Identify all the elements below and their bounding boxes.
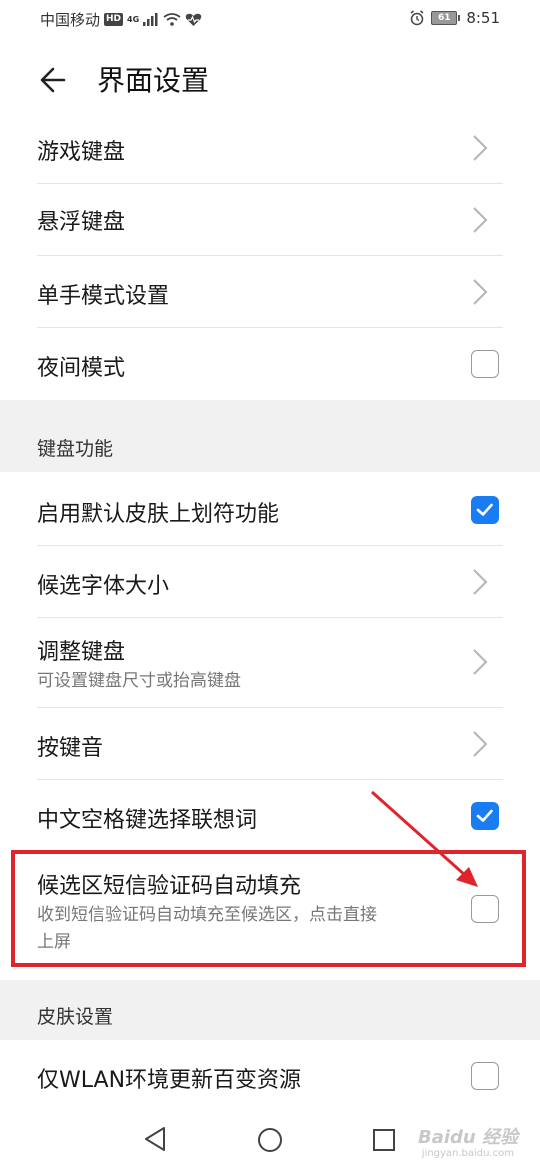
alarm-icon (410, 10, 424, 26)
setting-label: 夜间模式 (37, 356, 126, 381)
setting-label: 单手模式设置 (37, 284, 170, 309)
setting-label: 仅WLAN环境更新百变资源 (37, 1068, 302, 1093)
setting-candidate-font-size[interactable]: 候选字体大小 (0, 546, 540, 618)
page-header: 界面设置 (0, 40, 540, 120)
setting-label: 游戏键盘 (37, 140, 126, 165)
setting-night-mode[interactable]: 夜间模式 (0, 328, 540, 400)
section-header-keyboard: 键盘功能 (0, 400, 540, 472)
checkmark-icon (476, 503, 493, 516)
chevron-right-icon (473, 649, 488, 675)
signal-icon (143, 13, 158, 26)
clock: 8:51 (466, 9, 500, 27)
setting-key-sound[interactable]: 按键音 (0, 708, 540, 780)
swipe-symbols-checkbox[interactable] (471, 496, 499, 524)
battery-icon: 61 (431, 11, 461, 25)
setting-swipe-symbols[interactable]: 启用默认皮肤上划符功能 (0, 472, 540, 546)
nav-back-icon[interactable] (143, 1126, 167, 1152)
section-header-skin: 皮肤设置 (0, 980, 540, 1040)
nav-home-icon[interactable] (257, 1127, 283, 1153)
watermark-url: jingyan.baidu.com (421, 1148, 514, 1159)
setting-label: 启用默认皮肤上划符功能 (37, 502, 280, 527)
annotation-highlight-box (11, 850, 526, 967)
setting-description: 可设置键盘尺寸或抬高键盘 (37, 671, 241, 691)
setting-label: 悬浮键盘 (37, 210, 126, 235)
back-arrow-icon[interactable] (34, 60, 74, 100)
setting-label: 调整键盘 (37, 640, 126, 665)
carrier-name: 中国移动 (40, 11, 101, 29)
setting-label: 候选字体大小 (37, 574, 170, 599)
wlan-update-checkbox[interactable] (471, 1062, 499, 1090)
setting-label: 按键音 (37, 736, 104, 761)
chevron-right-icon (473, 135, 488, 161)
hd-icon: HD (104, 13, 124, 26)
setting-space-select-association[interactable]: 中文空格键选择联想词 (0, 780, 540, 852)
setting-label: 中文空格键选择联想词 (37, 808, 258, 833)
section-title: 键盘功能 (37, 438, 114, 460)
page-title: 界面设置 (97, 64, 210, 97)
chevron-right-icon (473, 207, 488, 233)
chevron-right-icon (473, 731, 488, 757)
space-select-checkbox[interactable] (471, 802, 499, 830)
watermark-logo: Baidu 经验 (417, 1127, 518, 1148)
section-title: 皮肤设置 (37, 1006, 114, 1028)
checkmark-icon (476, 809, 493, 822)
nav-recents-icon[interactable] (372, 1128, 396, 1152)
chevron-right-icon (473, 279, 488, 305)
chevron-right-icon (473, 569, 488, 595)
health-icon (185, 13, 202, 26)
setting-floating-keyboard[interactable]: 悬浮键盘 (0, 184, 540, 256)
night-mode-checkbox[interactable] (471, 350, 499, 378)
setting-wlan-update-resources[interactable]: 仅WLAN环境更新百变资源 (0, 1040, 540, 1112)
setting-one-hand-mode[interactable]: 单手模式设置 (0, 256, 540, 328)
network-type: 4G (127, 15, 140, 24)
setting-game-keyboard[interactable]: 游戏键盘 (0, 112, 540, 184)
setting-adjust-keyboard[interactable]: 调整键盘 可设置键盘尺寸或抬高键盘 (0, 618, 540, 708)
wifi-icon (163, 13, 181, 26)
status-bar: 中国移动 HD 4G 61 8:51 (0, 0, 540, 36)
